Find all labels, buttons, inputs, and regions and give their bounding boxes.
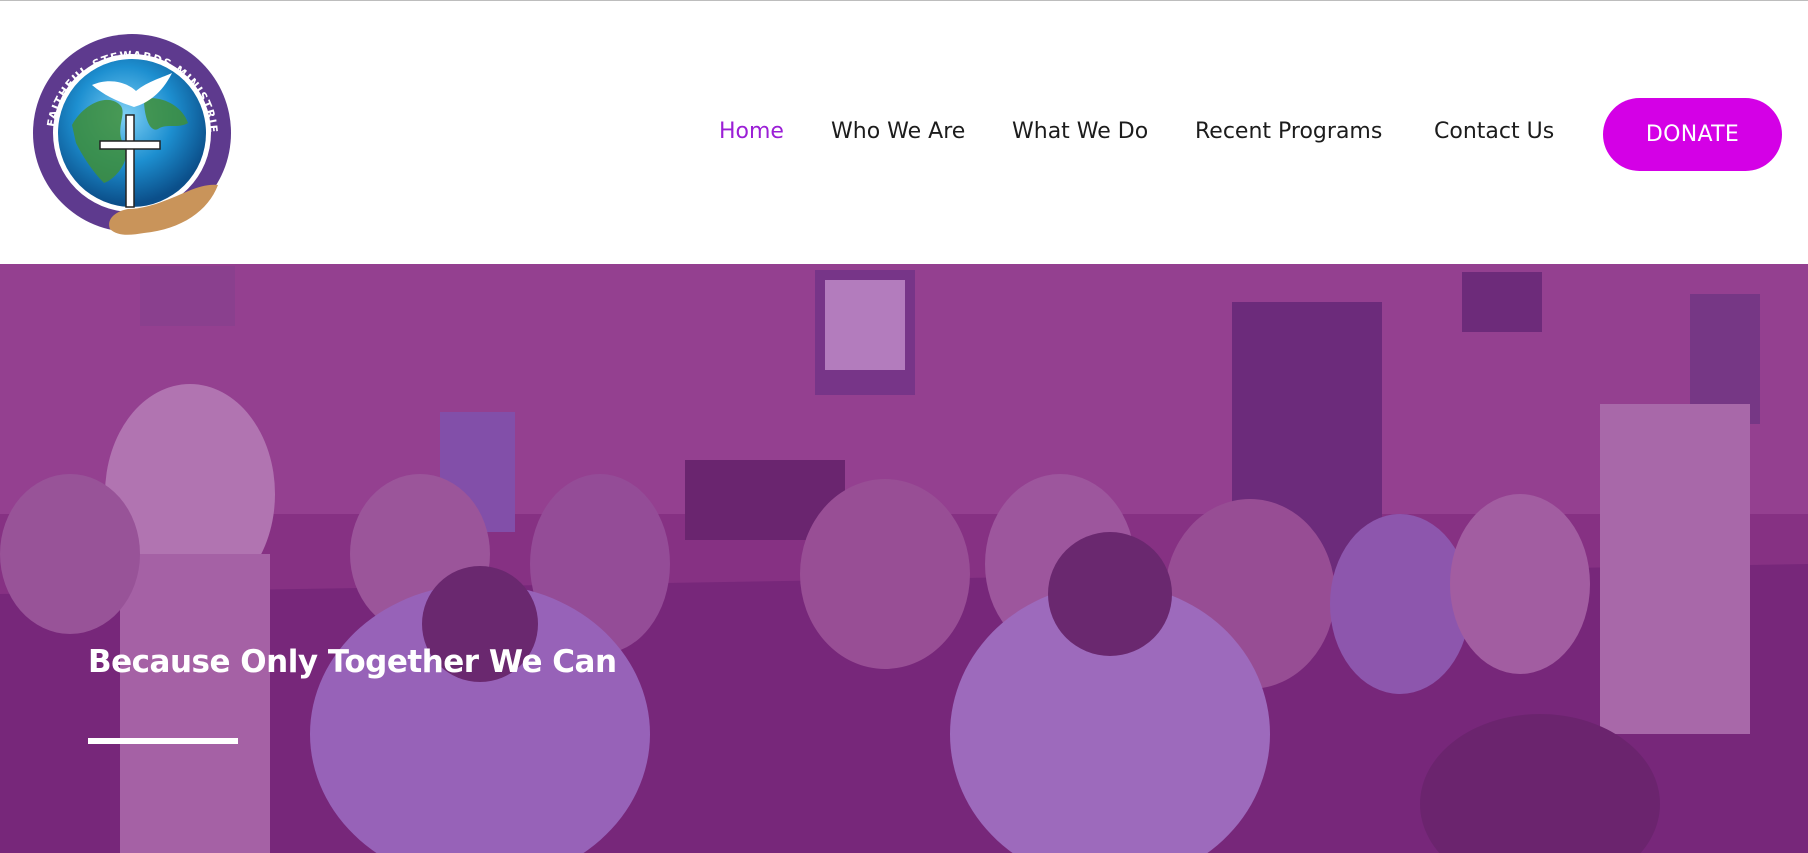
- nav-item-what-we-do[interactable]: What We Do: [1012, 117, 1148, 147]
- hero-heading: Because Only Together We Can: [88, 644, 617, 680]
- nav-item-home[interactable]: Home: [719, 117, 784, 147]
- hero-section: Because Only Together We Can: [0, 264, 1808, 853]
- community-gathering-photo: [0, 264, 1808, 853]
- donate-button[interactable]: DONATE: [1603, 98, 1782, 171]
- nav-item-contact-us[interactable]: Contact Us: [1434, 117, 1554, 147]
- nav-item-who-we-are[interactable]: Who We Are: [831, 117, 965, 147]
- nav-item-recent-programs[interactable]: Recent Programs: [1195, 117, 1382, 147]
- site-header: FAITHFUL STEWARDS MINISTRIES Home Who We…: [0, 1, 1808, 264]
- hero-heading-underline: [88, 738, 238, 744]
- main-nav: Home Who We Are What We Do Recent Progra…: [0, 1, 1808, 264]
